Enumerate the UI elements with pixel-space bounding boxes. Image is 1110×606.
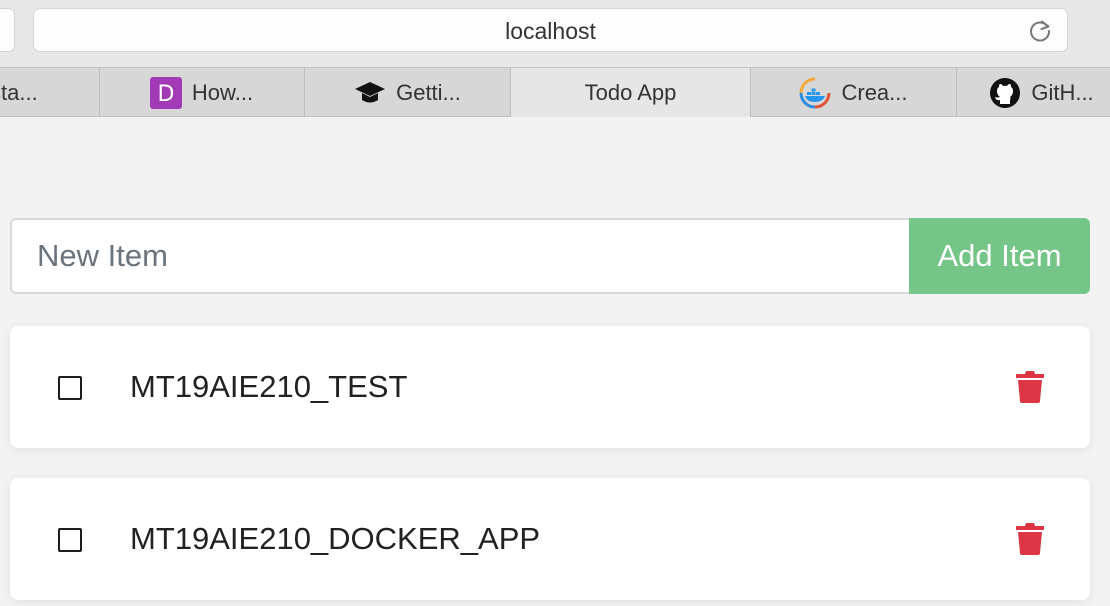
tab-todo-app[interactable]: Todo App — [511, 68, 751, 117]
reload-icon[interactable] — [1027, 18, 1053, 44]
tab-label: GitH... — [1031, 79, 1094, 105]
trash-icon[interactable] — [1016, 371, 1044, 403]
tab-label: Getti... — [396, 79, 461, 105]
address-bar[interactable]: localhost — [33, 8, 1068, 52]
add-item-button[interactable]: Add Item — [909, 218, 1090, 294]
tab-label: Crea... — [841, 79, 908, 105]
tab-getting[interactable]: Getti... — [305, 68, 511, 117]
new-item-input[interactable] — [10, 218, 910, 294]
todo-item: MT19AIE210_TEST — [10, 326, 1090, 448]
tab-label: Todo App — [584, 79, 677, 105]
trash-icon[interactable] — [1016, 523, 1044, 555]
tab-create[interactable]: Crea... — [751, 68, 957, 117]
tab-bar: sta... D How... Getti... Todo App Crea..… — [0, 67, 1110, 117]
toolbar-button[interactable] — [0, 8, 15, 52]
graduation-cap-icon — [354, 77, 386, 109]
todo-item-name: MT19AIE210_DOCKER_APP — [130, 521, 541, 556]
browser-toolbar: localhost — [0, 0, 1110, 67]
todo-item: MT19AIE210_DOCKER_APP — [10, 478, 1090, 600]
tab-how[interactable]: D How... — [99, 68, 305, 117]
complete-checkbox[interactable] — [58, 528, 82, 552]
tab-github[interactable]: GitH... — [957, 68, 1110, 117]
tab-label: sta... — [0, 79, 38, 105]
todo-item-name: MT19AIE210_TEST — [130, 369, 408, 404]
url-text: localhost — [505, 18, 596, 44]
docker-icon — [799, 77, 831, 109]
svg-text:D: D — [157, 82, 174, 107]
tab-partial[interactable]: sta... — [0, 68, 100, 117]
tab-label: How... — [191, 79, 254, 105]
purple-d-icon: D — [149, 76, 182, 109]
complete-checkbox[interactable] — [58, 376, 82, 400]
github-icon — [989, 77, 1021, 109]
